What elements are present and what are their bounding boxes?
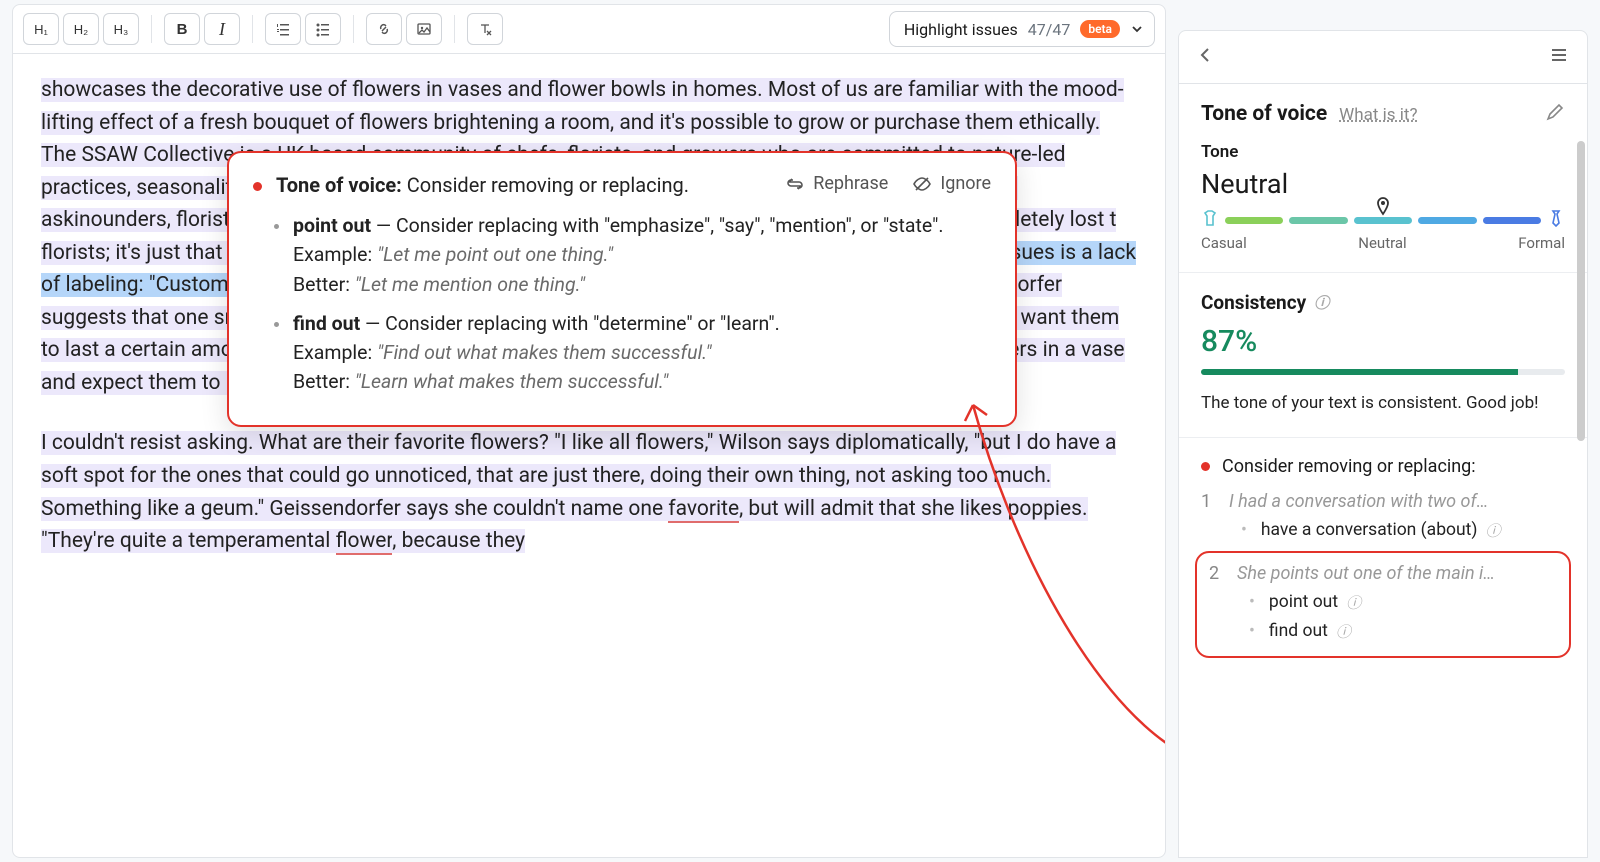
issue-counter: 47/47 [1028,20,1071,39]
unordered-list-icon [315,21,331,37]
image-button[interactable] [406,13,442,45]
link-button[interactable] [366,13,402,45]
unordered-list-button[interactable] [305,13,341,45]
issue-item[interactable]: 1 I had a conversation with two of… have… [1201,491,1565,541]
bold-button[interactable]: B [164,13,200,45]
pin-icon [1373,196,1393,221]
scale-casual: Casual [1201,234,1247,252]
section-title-tone: Tone of voice [1201,102,1327,126]
issue-number: 1 [1201,491,1215,512]
issue-sub-item[interactable]: have a conversation (about) ⓘ [1241,520,1565,541]
suggestion-item[interactable]: point out — Consider replacing with "emp… [291,211,991,299]
consistency-progress [1201,369,1565,375]
pencil-icon [1545,102,1565,122]
issue-item-highlighted[interactable]: 2 She points out one of the main i… poin… [1195,551,1571,658]
sidebar-panel: Tone of voice What is it? Tone Neutral [1178,30,1588,858]
rephrase-button[interactable]: Rephrase [785,173,888,194]
edit-tone-button[interactable] [1545,102,1565,126]
formal-icon [1547,209,1565,232]
heading-2-button[interactable]: H₂ [63,13,99,45]
casual-icon [1201,209,1219,232]
scrollbar[interactable] [1577,141,1585,441]
severity-dot-icon [253,182,262,191]
consistency-value: 87% [1201,324,1565,359]
what-is-it-link[interactable]: What is it? [1339,105,1417,125]
ordered-list-button[interactable] [265,13,301,45]
flagged-word[interactable]: flower [336,529,393,555]
flagged-word[interactable]: favorite [668,497,739,523]
menu-icon [1549,45,1569,65]
issue-snippet: She points out one of the main i… [1237,563,1557,584]
highlight-issues-label: Highlight issues [904,20,1018,39]
info-icon[interactable]: ⓘ [1346,592,1361,613]
tone-label: Tone [1201,142,1565,162]
issue-sub-item[interactable]: point out ⓘ [1249,592,1557,613]
image-icon [416,21,432,37]
suggestion-item[interactable]: find out — Consider replacing with "dete… [291,309,991,397]
tone-scale: Casual Neutral Formal [1201,216,1565,252]
chevron-down-icon [1130,22,1144,36]
rephrase-icon [785,174,805,194]
menu-button[interactable] [1549,45,1569,69]
chevron-left-icon [1197,46,1215,64]
issue-list-heading: Consider removing or replacing: [1222,456,1476,477]
ordered-list-icon [275,21,291,37]
issue-number: 2 [1209,563,1223,584]
info-icon[interactable]: ⓘ [1314,292,1329,313]
beta-badge: beta [1080,20,1120,38]
issue-snippet: I had a conversation with two of… [1229,491,1565,512]
consistency-title: Consistency [1201,291,1306,314]
scale-formal: Formal [1518,234,1565,252]
scale-neutral: Neutral [1358,234,1406,252]
heading-1-button[interactable]: H₁ [23,13,59,45]
info-icon[interactable]: ⓘ [1336,621,1351,642]
clear-format-button[interactable] [467,13,503,45]
consistency-message: The tone of your text is consistent. Goo… [1201,391,1565,417]
issue-sub-item[interactable]: find out ⓘ [1249,621,1557,642]
toolbar: H₁ H₂ H₃ B I [13,5,1165,54]
back-button[interactable] [1197,46,1215,68]
italic-button[interactable]: I [204,13,240,45]
severity-dot-icon [1201,462,1210,471]
heading-3-button[interactable]: H₃ [103,13,139,45]
highlight-issues-dropdown[interactable]: Highlight issues 47/47 beta [889,11,1155,47]
link-icon [376,21,392,37]
text-run: , because they [392,529,525,553]
clear-format-icon [477,21,493,37]
info-icon[interactable]: ⓘ [1485,520,1500,541]
suggestion-popover: Tone of voice: Consider removing or repl… [227,151,1017,427]
ignore-button[interactable]: Ignore [912,173,991,194]
popover-title: Tone of voice: Consider removing or repl… [276,173,771,197]
editor-pane: H₁ H₂ H₃ B I [12,4,1166,858]
ignore-icon [912,174,932,194]
